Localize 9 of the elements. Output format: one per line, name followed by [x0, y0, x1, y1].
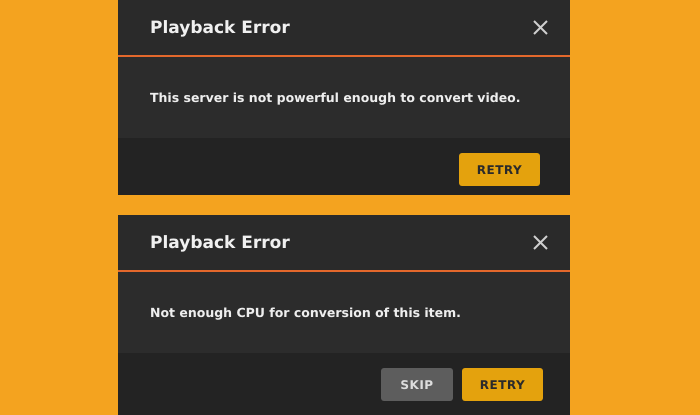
error-message: This server is not powerful enough to convert video.	[150, 90, 521, 105]
skip-button[interactable]: SKIP	[381, 368, 453, 401]
close-icon[interactable]	[533, 20, 548, 35]
dialog-title: Playback Error	[150, 232, 290, 252]
close-icon[interactable]	[533, 235, 548, 250]
retry-button[interactable]: RETRY	[462, 368, 543, 401]
error-message: Not enough CPU for conversion of this item.	[150, 305, 461, 320]
retry-button[interactable]: RETRY	[459, 153, 540, 186]
dialog-title: Playback Error	[150, 18, 290, 38]
